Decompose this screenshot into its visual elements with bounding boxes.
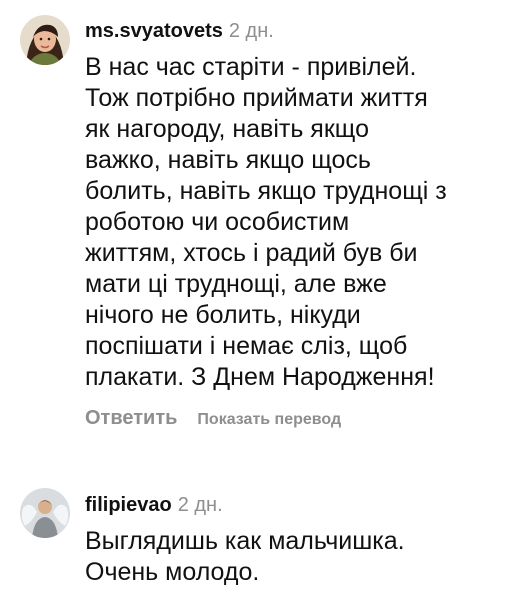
comment-meta: filipievao 2 дн.	[85, 492, 495, 518]
comment-text-line: мати ці труднощі, але вже	[85, 270, 387, 298]
username[interactable]: ms.svyatovets	[85, 20, 223, 42]
comment-text: В нас час старіти - привілей. Тож потріб…	[85, 52, 495, 393]
comment-text-line: плакати. З Днем Народження!	[85, 363, 435, 391]
comment-text-line: Тож потрібно приймати життя	[85, 84, 428, 112]
comment-meta: ms.svyatovets 2 дн.	[85, 18, 495, 44]
comment-text: Выглядишь как мальчишка. Очень молодо.	[85, 526, 495, 588]
show-translation-button[interactable]: Показать перевод	[197, 411, 341, 428]
comment-text-line: нічого не болить, нікуди	[85, 301, 361, 329]
comment-text-line: Очень молодо.	[85, 558, 260, 586]
avatar[interactable]	[20, 15, 70, 65]
comment-text-line: як нагороду, навіть якщо	[85, 115, 369, 143]
comment-text-line: В нас час старіти - привілей.	[85, 53, 417, 81]
avatar[interactable]	[20, 488, 70, 538]
username[interactable]: filipievao	[85, 494, 172, 516]
comment-text-line: поспішати і немає сліз, щоб	[85, 332, 408, 360]
profile-photo-icon	[20, 488, 70, 538]
comment-text-line: роботою чи особистим	[85, 208, 350, 236]
reply-button[interactable]: Ответить	[85, 407, 177, 429]
timestamp: 2 дн.	[228, 20, 274, 42]
comment-text-line: життям, хтось і радий був би	[85, 239, 418, 267]
comment-body: ms.svyatovets 2 дн. В нас час старіти - п…	[85, 18, 495, 430]
comment-text-line: важко, навіть якщо щось	[85, 146, 371, 174]
comment-body: filipievao 2 дн. Выглядишь как мальчишка.…	[85, 492, 495, 588]
timestamp: 2 дн.	[177, 494, 223, 516]
profile-photo-icon	[20, 15, 70, 65]
comment-text-line: Выглядишь как мальчишка.	[85, 527, 405, 555]
comment-text-line: болить, навіть якщо труднощі з	[85, 177, 447, 205]
comment-actions: Ответить Показать перевод	[85, 407, 495, 430]
